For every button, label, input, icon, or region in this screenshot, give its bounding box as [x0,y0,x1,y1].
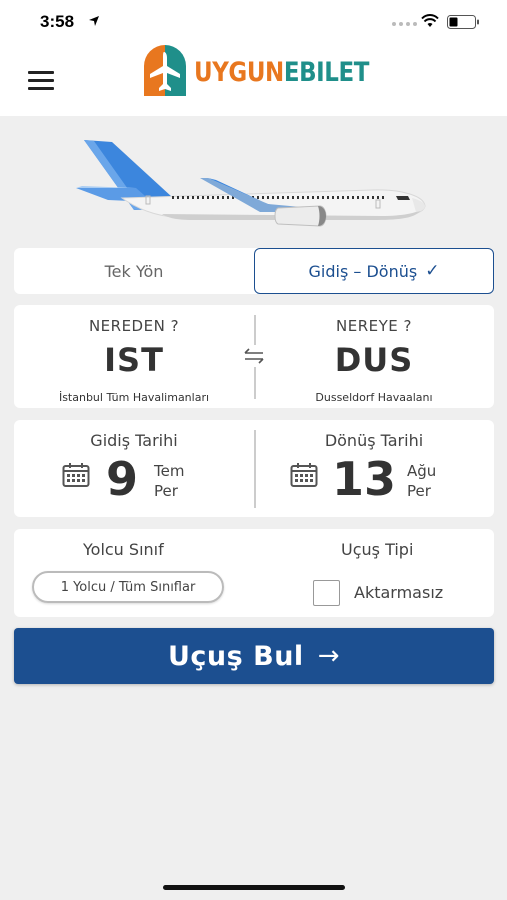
app-logo: UYGUNEBILET [140,44,400,100]
one-way-label: Tek Yön [104,261,164,281]
trip-type-toggle: Tek Yön Gidiş – Dönüş ✓ [14,248,494,294]
flight-type-label: Uçuş Tipi [341,540,414,559]
direct-flight-label[interactable]: Aktarmasız [354,583,443,602]
passenger-class-label: Yolcu Sınıf [83,540,164,559]
dates-card: Gidiş Tarihi 9 Tem Per Dönüş Tarihi 13 A… [14,420,494,517]
signal-icon [392,22,417,26]
status-time: 3:58 [40,12,75,31]
battery-icon [447,15,479,29]
find-flight-button[interactable]: Uçuş Bul → [14,628,494,684]
destination-field[interactable]: NEREYE ? DUS Dusseldorf Havaalanı [254,305,494,408]
departure-day: 9 [106,452,139,506]
check-icon: ✓ [425,261,440,281]
origin-field[interactable]: NEREDEN ? IST İstanbul Tüm Havalimanları [14,305,254,408]
origin-airport: İstanbul Tüm Havalimanları [58,391,210,404]
return-day: 13 [332,452,397,506]
wifi-icon [421,14,439,27]
one-way-tab[interactable]: Tek Yön [14,248,254,294]
calendar-icon [62,463,90,487]
passenger-class-select[interactable]: 1 Yolcu / Tüm Sınıflar [32,571,224,603]
departure-date-field[interactable]: Gidiş Tarihi 9 Tem Per [14,420,254,517]
route-card: NEREDEN ? IST İstanbul Tüm Havalimanları… [14,305,494,408]
direct-flight-checkbox[interactable] [313,580,340,606]
round-trip-label: Gidiş – Dönüş [308,261,418,281]
location-arrow-icon [89,16,99,26]
options-card: Yolcu Sınıf 1 Yolcu / Tüm Sınıflar Uçuş … [14,529,494,617]
return-weekday: Per [407,482,431,500]
departure-weekday: Per [154,482,178,500]
logo-text: UYGUNEBILET [194,57,369,88]
menu-icon[interactable] [28,71,54,91]
app-header: UYGUNEBILET [0,44,507,116]
airplane-illustration [76,140,426,227]
logo-text-part2: EBILET [283,56,370,88]
home-indicator[interactable] [163,885,345,890]
departure-month: Tem [154,462,185,480]
find-flight-label: Uçuş Bul [168,640,304,672]
return-month: Ağu [407,462,437,480]
plane-logo-icon [144,45,186,96]
destination-code: DUS [334,341,414,379]
arrow-right-icon: → [317,641,340,671]
round-trip-tab[interactable]: Gidiş – Dönüş ✓ [254,248,494,294]
origin-label: NEREDEN ? [88,317,180,335]
logo-text-part1: UYGUN [194,56,284,88]
status-bar: 3:58 [0,0,507,44]
origin-code: IST [104,341,164,379]
return-date-field[interactable]: Dönüş Tarihi 13 Ağu Per [254,420,494,517]
destination-airport: Dusseldorf Havaalanı [315,391,433,404]
passenger-class-value: 1 Yolcu / Tüm Sınıflar [60,579,196,595]
departure-date-label: Gidiş Tarihi [90,431,178,450]
return-date-label: Dönüş Tarihi [324,431,424,450]
destination-label: NEREYE ? [336,317,412,335]
calendar-icon [290,463,318,487]
